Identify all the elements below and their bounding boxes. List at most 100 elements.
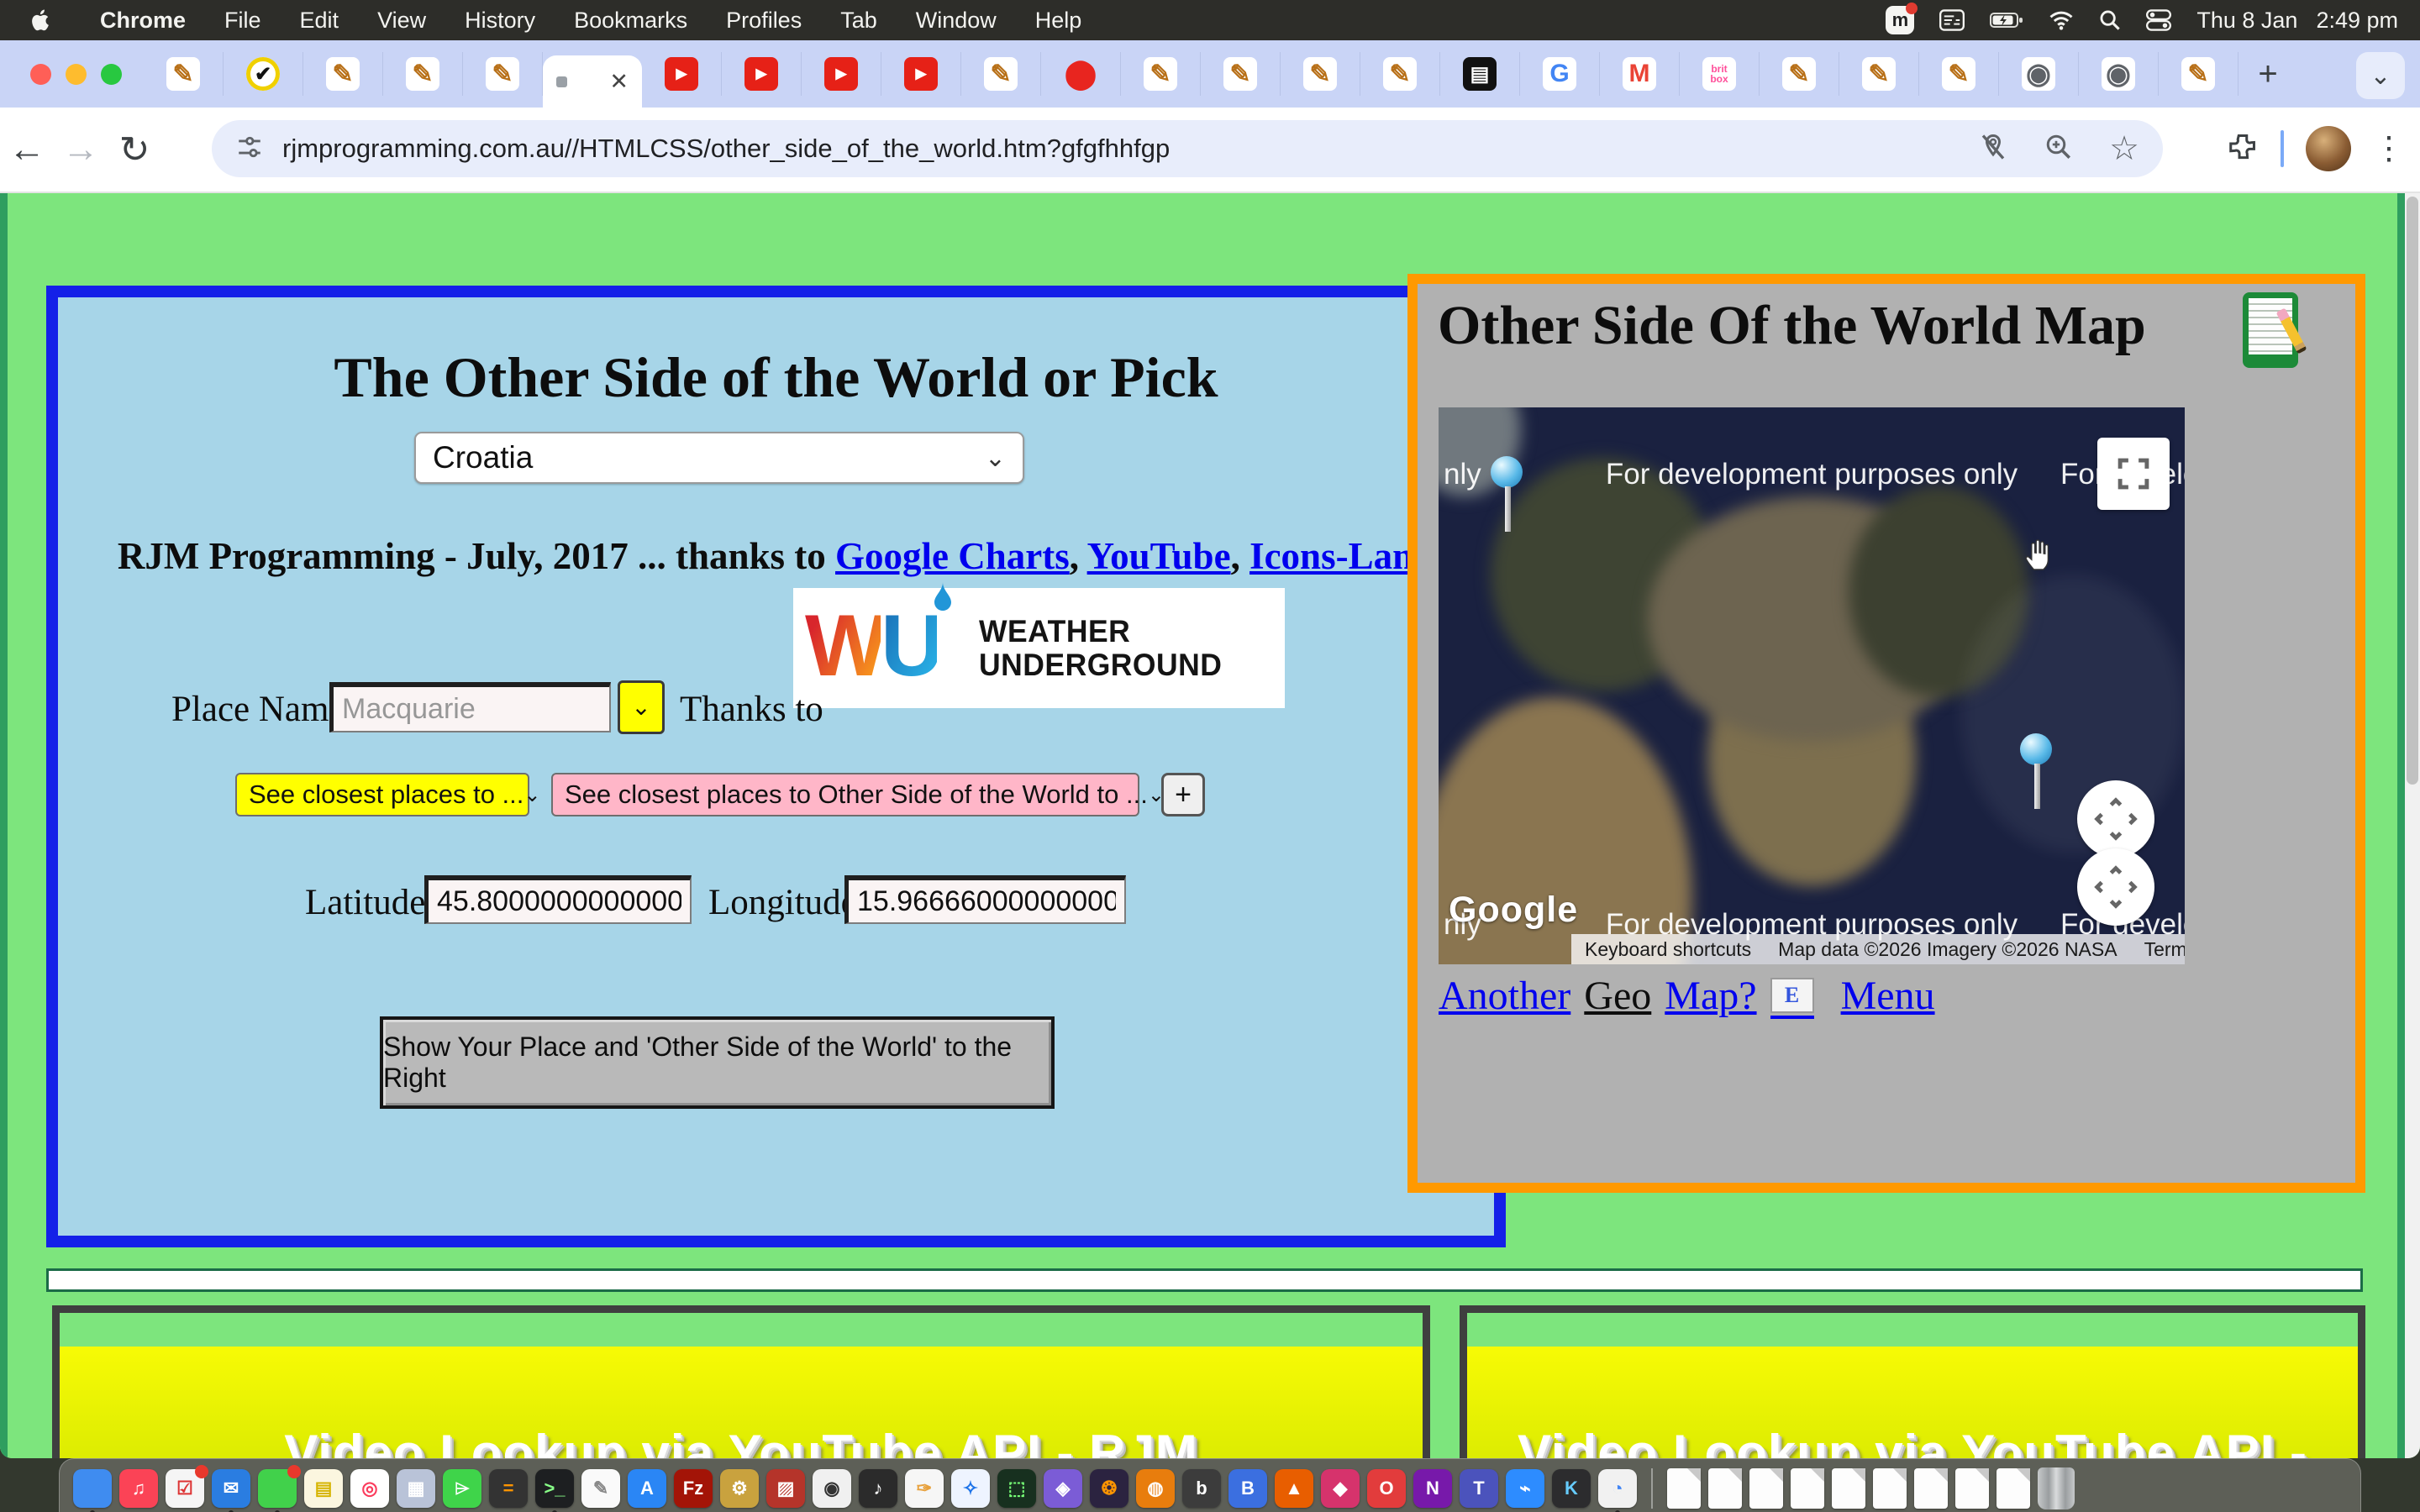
dock-icon-zoom-app[interactable]: ⌁ — [1506, 1469, 1544, 1508]
menu-item-edit[interactable]: Edit — [281, 8, 359, 34]
menu-item-profiles[interactable]: Profiles — [707, 8, 821, 34]
show-place-button[interactable]: Show Your Place and 'Other Side of the W… — [380, 1016, 1055, 1109]
forward-button[interactable]: → — [54, 129, 108, 171]
dock-icon-textedit[interactable]: ✎ — [581, 1469, 620, 1508]
page-scrollbar[interactable] — [2405, 193, 2420, 1458]
keyboard-status-icon[interactable] — [1939, 6, 1965, 34]
menu-clock[interactable]: Thu 8 Jan 2:49 pm — [2196, 8, 2398, 34]
tab-notes-dark[interactable]: ▤ — [1440, 52, 1520, 96]
another-link[interactable]: Another — [1439, 973, 1570, 1019]
dock-icon-calculator[interactable]: = — [489, 1469, 528, 1508]
bookmark-star-icon[interactable]: ☆ — [2109, 132, 2139, 165]
keyboard-shortcuts-link[interactable]: Keyboard shortcuts — [1571, 934, 1765, 964]
extensions-icon[interactable] — [2227, 131, 2259, 167]
tab-youtube[interactable]: ▶ — [881, 52, 961, 96]
google-logo[interactable]: Google — [1449, 890, 1578, 931]
dock-icon-itunes-dark[interactable]: ♪ — [859, 1469, 897, 1508]
tab-chrome[interactable]: ◉ — [1999, 52, 2079, 96]
dock-icon-violet-app[interactable]: N — [1413, 1469, 1452, 1508]
tab-check[interactable]: ✔ — [224, 52, 303, 96]
dock-icon-terminal[interactable]: >_ — [535, 1469, 574, 1508]
menu-item-chrome[interactable]: Chrome — [81, 8, 205, 34]
zoom-icon[interactable] — [2044, 132, 2074, 166]
back-button[interactable]: ← — [0, 129, 54, 171]
dock-document-7[interactable] — [1914, 1468, 1948, 1509]
map-pin-otherside[interactable] — [2020, 733, 2054, 809]
tab-youtube[interactable]: ▶ — [722, 52, 802, 96]
menu-link[interactable]: Menu — [1841, 973, 1935, 1019]
terms-link[interactable]: Terms — [2131, 934, 2185, 964]
dock-icon-reminders[interactable]: ☑ — [166, 1469, 204, 1508]
tab-pencil[interactable]: ✎ — [1121, 52, 1201, 96]
dock-icon-opera[interactable]: O — [1367, 1469, 1406, 1508]
latitude-input[interactable] — [424, 875, 692, 924]
tab-pencil[interactable]: ✎ — [1360, 52, 1440, 96]
tab-record[interactable]: ⬤ — [1041, 52, 1121, 96]
menu-item-tab[interactable]: Tab — [821, 8, 897, 34]
closest-places-select[interactable]: See closest places to ... ⌄ — [235, 773, 529, 816]
dock-document-6[interactable] — [1873, 1468, 1907, 1509]
youtube-link[interactable]: YouTube — [1087, 535, 1231, 577]
tab-gmail[interactable]: M — [1600, 52, 1680, 96]
location-blocked-icon[interactable] — [1978, 132, 2008, 166]
map-pin-place[interactable] — [1491, 456, 1524, 532]
menu-item-view[interactable]: View — [358, 8, 445, 34]
dock-icon-fitness[interactable]: ◎ — [350, 1469, 389, 1508]
apple-menu-icon[interactable] — [29, 6, 57, 34]
tab-britbox[interactable]: brit box — [1680, 52, 1760, 96]
tab-pencil[interactable]: ✎ — [383, 52, 463, 96]
profile-avatar[interactable] — [2306, 126, 2351, 171]
reload-button[interactable]: ↻ — [108, 129, 161, 171]
menu-item-file[interactable]: File — [205, 8, 281, 34]
tab-youtube[interactable]: ▶ — [642, 52, 722, 96]
minimize-window-button[interactable] — [66, 64, 87, 85]
dock-icon-chrome-app[interactable]: ◔ — [1598, 1469, 1637, 1508]
dock-icon-bear[interactable]: b — [1182, 1469, 1221, 1508]
dock-icon-facetime[interactable]: ⌲ — [443, 1469, 481, 1508]
tab-pencil[interactable]: ✎ — [144, 52, 224, 96]
dock-icon-notes[interactable]: ▤ — [304, 1469, 343, 1508]
dock-icon-orange-app[interactable]: ◍ — [1136, 1469, 1175, 1508]
dock-icon-music[interactable]: ♫ — [119, 1469, 158, 1508]
closest-otherside-select[interactable]: See closest places to Other Side of the … — [551, 773, 1139, 816]
site-settings-icon[interactable] — [235, 133, 264, 165]
zoom-window-button[interactable] — [101, 64, 122, 85]
dock-icon-purple-app[interactable]: ◈ — [1044, 1469, 1082, 1508]
scrollbar-thumb[interactable] — [2407, 197, 2418, 785]
menu-item-window[interactable]: Window — [897, 8, 1016, 34]
address-bar[interactable]: rjmprogramming.com.au//HTMLCSS/other_sid… — [212, 120, 2163, 177]
dock-trash[interactable] — [2038, 1467, 2075, 1509]
wifi-icon[interactable] — [2049, 6, 2074, 34]
dock-icon-pages[interactable]: ✑ — [905, 1469, 944, 1508]
notepad-icon[interactable] — [2243, 292, 2298, 368]
menu-item-help[interactable]: Help — [1016, 8, 1102, 34]
email-icon[interactable]: E — [1770, 978, 1814, 1019]
dock-document-8[interactable] — [1955, 1468, 1989, 1509]
dock-icon-filezilla[interactable]: Fz — [674, 1469, 713, 1508]
tab-pencil[interactable]: ✎ — [1919, 52, 1999, 96]
dock-icon-messages[interactable] — [258, 1469, 297, 1508]
dock-icon-mail[interactable]: ✉ — [212, 1469, 250, 1508]
place-name-input[interactable] — [329, 682, 611, 732]
place-mini-select[interactable]: ⌄ — [618, 680, 665, 734]
tab-pencil[interactable]: ✎ — [1281, 52, 1360, 96]
map-question-link[interactable]: Map? — [1665, 973, 1756, 1019]
new-tab-button[interactable]: + — [2238, 52, 2297, 96]
url-text[interactable]: rjmprogramming.com.au//HTMLCSS/other_sid… — [282, 134, 1978, 164]
tab-pencil[interactable]: ✎ — [303, 52, 383, 96]
tab-youtube[interactable]: ▶ — [802, 52, 881, 96]
spotlight-icon[interactable] — [2099, 6, 2121, 34]
tab-search-chevron[interactable]: ⌄ — [2356, 52, 2405, 99]
dock-icon-transmit[interactable]: ⚙ — [720, 1469, 759, 1508]
map-fullscreen-button[interactable] — [2097, 438, 2170, 510]
tab-pencil[interactable]: ✎ — [2159, 52, 2238, 96]
dock-icon-teams[interactable]: T — [1460, 1469, 1498, 1508]
dock-document-3[interactable] — [1749, 1468, 1783, 1509]
dock-icon-app-store[interactable]: A — [628, 1469, 666, 1508]
dock-icon-red-striped-app[interactable]: ▨ — [766, 1469, 805, 1508]
dock-document-1[interactable] — [1667, 1468, 1701, 1509]
battery-icon[interactable] — [1990, 6, 2023, 34]
dock-icon-dark-green-app[interactable]: ⬚ — [997, 1469, 1036, 1508]
dock-document-9[interactable] — [1996, 1468, 2030, 1509]
dock-icon-launchpad[interactable]: ▦ — [397, 1469, 435, 1508]
